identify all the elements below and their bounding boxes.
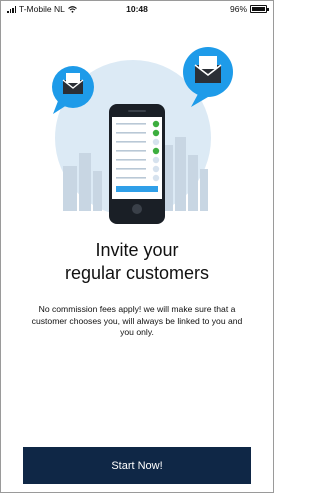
status-right: 96% xyxy=(229,4,269,14)
hero-illustration xyxy=(52,47,233,224)
battery-percent: 96% xyxy=(229,4,247,14)
battery-icon xyxy=(250,5,269,13)
status-bar: T-Mobile NL 10:48 96% xyxy=(1,1,273,17)
app-screen: T-Mobile NL 10:48 96% Invite your regula… xyxy=(0,0,274,493)
headline: Invite your regular customers xyxy=(1,239,273,285)
headline-line-2: regular customers xyxy=(64,263,210,283)
phone-screen-button xyxy=(116,186,158,192)
phone-icon xyxy=(109,104,165,224)
headline-line-1: Invite your xyxy=(95,240,179,260)
description-text: No commission fees apply! we will make s… xyxy=(31,304,243,337)
start-now-button[interactable]: Start Now! xyxy=(23,447,251,484)
